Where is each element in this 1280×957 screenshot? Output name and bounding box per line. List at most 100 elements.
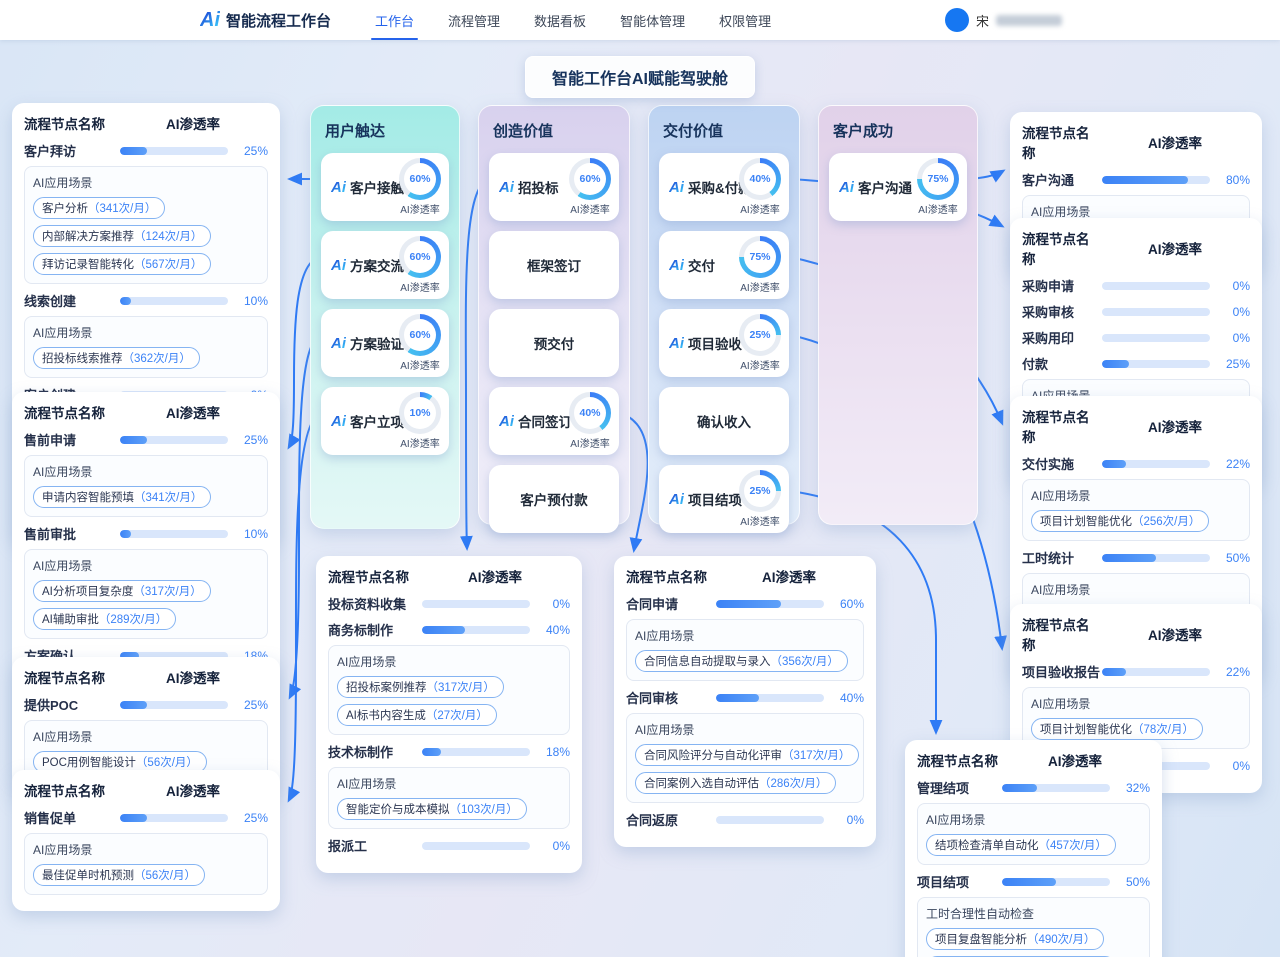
scenario-tag: 客户分析（341次/月）: [33, 197, 165, 219]
scenario-box: AI应用场景项目计划智能优化（256次/月）: [1022, 479, 1250, 541]
scenario-tag-count: （317次/月）: [427, 679, 495, 695]
node-column-header: 流程节点名称: [1022, 614, 1100, 654]
process-node-card[interactable]: 框架签订: [489, 231, 619, 299]
process-node-card[interactable]: 客户预付款: [489, 465, 619, 533]
panel-header: 流程节点名称AI渗透率: [24, 667, 268, 687]
process-node-card[interactable]: Ai客户沟通75%AI渗透率: [829, 153, 967, 221]
process-node-card[interactable]: Ai客户立项10%AI渗透率: [321, 387, 449, 455]
scenario-tag-count: （124次/月）: [134, 228, 202, 244]
scenario-tag-count: （56次/月）: [134, 867, 196, 883]
scenario-tag-count: （78次/月）: [1132, 721, 1194, 737]
stage-column-title: 客户成功: [833, 120, 967, 141]
nav-agent-management[interactable]: 智能体管理: [620, 0, 685, 40]
rate-percentage: 0%: [1210, 279, 1250, 293]
node-row: 合同申请60%: [626, 594, 864, 613]
scenario-box: AI应用场景最佳促单时机预测（56次/月）: [24, 833, 268, 895]
process-node-card[interactable]: 确认收入: [659, 387, 789, 455]
donut-value: 40%: [744, 163, 776, 195]
node-row: 线索创建10%: [24, 291, 268, 310]
nav-data-dashboard[interactable]: 数据看板: [534, 0, 586, 40]
node-column-header: 流程节点名称: [24, 402, 118, 422]
nav-workbench[interactable]: 工作台: [375, 0, 414, 40]
nav-process-management[interactable]: 流程管理: [448, 0, 500, 40]
scenario-tags: 智能定价与成本模拟（103次/月）: [337, 798, 561, 820]
scenario-tag-count: （490次/月）: [1027, 931, 1095, 947]
donut-caption: AI渗透率: [400, 201, 439, 216]
rate-percentage: 0%: [824, 813, 864, 827]
donut-value: 25%: [744, 319, 776, 351]
scenario-tag: 拜访记录智能转化（567次/月）: [33, 253, 211, 275]
panel-header: 流程节点名称AI渗透率: [328, 566, 570, 586]
node-row: 合同审核40%: [626, 688, 864, 707]
donut-chart: 60%: [569, 158, 611, 200]
rate-progress-fill: [120, 530, 131, 538]
scenario-tag: 合同案例入选自动评估（286次/月）: [635, 772, 836, 794]
process-node-card[interactable]: Ai项目验收25%AI渗透率: [659, 309, 789, 377]
node-row-name: 技术标制作: [328, 742, 422, 761]
user-menu[interactable]: 宋: [945, 0, 1062, 40]
scenario-tag-name: 招投标案例推荐: [346, 679, 427, 695]
stage-cards: Ai招投标60%AI渗透率框架签订预交付 Ai合同签订40%AI渗透率客户预付款: [489, 153, 619, 533]
node-column-header: 流程节点名称: [1022, 122, 1100, 162]
node-row-name: 售前审批: [24, 524, 120, 543]
donut-caption: AI渗透率: [400, 357, 439, 372]
process-node-card[interactable]: Ai采购&付款40%AI渗透率: [659, 153, 789, 221]
node-column-header: 流程节点名称: [24, 667, 118, 687]
process-node-card[interactable]: Ai方案交流60%AI渗透率: [321, 231, 449, 299]
process-node-card[interactable]: 预交付: [489, 309, 619, 377]
scenario-label: AI应用场景: [33, 841, 259, 858]
node-column-header: 流程节点名称: [1022, 228, 1100, 268]
donut-chart: 75%: [739, 236, 781, 278]
scenario-tag: AI分析项目复杂度（317次/月）: [33, 580, 211, 602]
node-row: 管理结项32%: [917, 778, 1150, 797]
node-row: 客户拜访25%: [24, 141, 268, 160]
node-row: 采购审核0%: [1022, 302, 1250, 321]
process-node-card[interactable]: Ai交付75%AI渗透率: [659, 231, 789, 299]
panel-header: 流程节点名称AI渗透率: [1022, 614, 1250, 654]
scenario-tag-count: （567次/月）: [134, 256, 202, 272]
app-logo: Ai 智能流程工作台: [200, 10, 331, 31]
rate-column-header: AI渗透率: [1100, 416, 1250, 436]
ai-icon: Ai: [669, 491, 684, 508]
user-name-redacted: [996, 15, 1062, 26]
donut-value: 25%: [744, 475, 776, 507]
avatar[interactable]: [945, 8, 969, 32]
rate-percentage: 25%: [228, 433, 268, 447]
node-row-name: 合同返原: [626, 810, 716, 829]
nav-permission-management[interactable]: 权限管理: [719, 0, 771, 40]
node-row: 提供POC25%: [24, 695, 268, 714]
rate-progress-bar: [120, 530, 228, 538]
ai-icon: Ai: [331, 335, 346, 352]
scenario-tag-count: （289次/月）: [99, 611, 167, 627]
process-node-card[interactable]: Ai合同签订40%AI渗透率: [489, 387, 619, 455]
donut-caption: AI渗透率: [570, 435, 609, 450]
scenario-tag-name: AI标书内容生成: [346, 707, 426, 723]
rate-percentage: 40%: [824, 691, 864, 705]
scenario-tag: 招投标案例推荐（317次/月）: [337, 676, 504, 698]
scenario-box: AI应用场景招投标线索推荐（362次/月）: [24, 316, 268, 378]
rate-percentage: 25%: [1210, 357, 1250, 371]
node-row-name: 提供POC: [24, 695, 120, 714]
rate-progress-bar: [1102, 668, 1210, 676]
scenario-tag-count: （56次/月）: [136, 754, 198, 770]
donut-value: 60%: [404, 163, 436, 195]
node-row-name: 合同申请: [626, 594, 716, 613]
process-node-card[interactable]: Ai方案验证60%AI渗透率: [321, 309, 449, 377]
node-row-name: 工时统计: [1022, 548, 1102, 567]
scenario-label: AI应用场景: [635, 627, 855, 644]
process-node-card[interactable]: Ai项目结项25%AI渗透率: [659, 465, 789, 533]
node-name: 项目结项: [688, 489, 742, 509]
panel-header: 流程节点名称AI渗透率: [626, 566, 864, 586]
rate-percentage: 80%: [1210, 173, 1250, 187]
rate-percentage: 50%: [1210, 551, 1250, 565]
node-donut-area: 75%AI渗透率: [739, 236, 781, 294]
detail-panel: 流程节点名称AI渗透率销售促单25%AI应用场景最佳促单时机预测（56次/月）: [12, 770, 280, 911]
stage-cards: Ai客户接触60%AI渗透率Ai方案交流60%AI渗透率Ai方案验证60%AI渗…: [321, 153, 449, 455]
detail-panel: 流程节点名称AI渗透率合同申请60%AI应用场景合同信息自动提取与录入（356次…: [614, 556, 876, 847]
process-node-card[interactable]: Ai招投标60%AI渗透率: [489, 153, 619, 221]
node-row: 工时统计 50%: [1022, 548, 1250, 567]
node-donut-area: 40%AI渗透率: [739, 158, 781, 216]
ai-icon: Ai: [331, 413, 346, 430]
process-node-card[interactable]: Ai客户接触60%AI渗透率: [321, 153, 449, 221]
donut-chart: 40%: [569, 392, 611, 434]
